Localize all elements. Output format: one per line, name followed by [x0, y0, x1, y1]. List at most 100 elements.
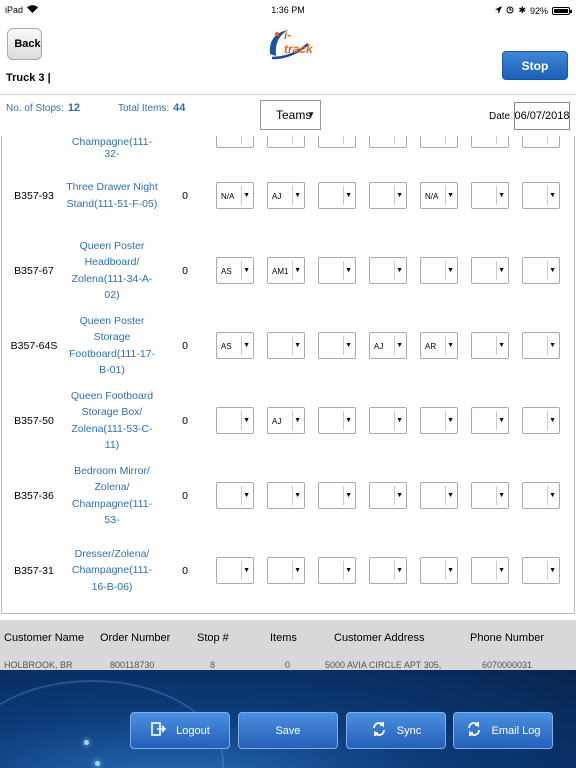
team-dropdown-value: AJ — [272, 192, 282, 201]
divider — [292, 486, 293, 505]
team-dropdown[interactable] — [522, 136, 560, 148]
team-dropdown[interactable]: ▼ — [267, 482, 305, 509]
team-dropdown[interactable]: AS ▼ — [216, 332, 254, 359]
team-dropdown[interactable]: ▼ — [471, 182, 509, 209]
team-dropdown[interactable]: ▼ — [522, 557, 560, 584]
order-customer-name: HOLBROOK, BR — [4, 660, 73, 670]
team-dropdown[interactable]: AR ▼ — [420, 332, 458, 359]
table-row: B357-67 Queen Poster Headboard/ Zolena(11… — [2, 233, 574, 308]
team-dropdown[interactable]: ▼ — [471, 332, 509, 359]
team-dropdown[interactable]: ▼ — [318, 257, 356, 284]
team-dropdown[interactable]: ▼ — [369, 482, 407, 509]
teams-dropdown[interactable]: Teams ▼ — [260, 100, 321, 130]
team-dropdown[interactable]: AJ ▼ — [267, 407, 305, 434]
team-dropdown-value: N/A — [221, 192, 235, 201]
item-name-link[interactable]: Queen Poster Storage Footboard(111-17-B-… — [66, 308, 158, 383]
team-dropdown[interactable]: AJ ▼ — [267, 182, 305, 209]
itrack-logo: i-track — [266, 24, 313, 62]
items-table[interactable]: Champagne(111-32- B357-93 Three Drawer Ni… — [1, 136, 575, 614]
team-dropdown[interactable]: ▼ — [369, 407, 407, 434]
team-dropdown[interactable]: ▼ — [420, 257, 458, 284]
team-dropdown[interactable]: ▼ — [369, 257, 407, 284]
date-label: Date : — [489, 111, 516, 122]
dropdown-arrow-icon: ▼ — [447, 492, 454, 499]
email-log-label: Email Log — [491, 724, 541, 737]
dropdown-arrow-icon: ▼ — [294, 417, 301, 424]
team-dropdown[interactable]: ▼ — [471, 557, 509, 584]
dropdown-arrow-icon: ▼ — [549, 417, 556, 424]
item-name-link[interactable]: Three Drawer Night Stand(111-51-F-05) — [66, 158, 158, 233]
item-name-link[interactable]: Queen Footboard Storage Box/ Zolena(111-… — [66, 383, 158, 458]
team-dropdown[interactable]: ▼ — [267, 332, 305, 359]
date-field[interactable]: 06/07/2018 — [514, 102, 570, 130]
sync-button[interactable]: Sync — [346, 712, 446, 749]
dropdown-arrow-icon: ▼ — [243, 567, 250, 574]
column-customer-name: Customer Name — [4, 632, 85, 644]
team-dropdown[interactable]: ▼ — [420, 482, 458, 509]
team-dropdown[interactable]: N/A ▼ — [216, 182, 254, 209]
battery-percent: 92% — [529, 5, 548, 16]
stop-button-label: Stop — [521, 58, 549, 73]
team-dropdown[interactable]: ▼ — [522, 257, 560, 284]
team-dropdown[interactable] — [267, 136, 305, 148]
logout-button[interactable]: Logout — [130, 712, 230, 749]
team-dropdown[interactable]: ▼ — [267, 557, 305, 584]
team-dropdown[interactable]: ▼ — [318, 332, 356, 359]
dropdown-arrow-icon: ▼ — [549, 192, 556, 199]
divider — [547, 336, 548, 355]
team-dropdown[interactable]: ▼ — [369, 182, 407, 209]
divider — [445, 561, 446, 580]
item-name-link[interactable]: Queen Poster Headboard/ Zolena(111-34-A-… — [66, 233, 158, 308]
team-dropdown[interactable]: ▼ — [471, 407, 509, 434]
divider — [547, 486, 548, 505]
team-dropdown[interactable]: AJ ▼ — [369, 332, 407, 359]
team-dropdown[interactable]: ▼ — [471, 482, 509, 509]
team-dropdown[interactable]: ▼ — [216, 557, 254, 584]
item-qty: 0 — [182, 339, 188, 352]
team-dropdown[interactable] — [216, 136, 254, 148]
team-dropdown[interactable]: ▼ — [522, 332, 560, 359]
orders-table-header: Customer Name Order Number Stop # Items … — [0, 620, 576, 670]
item-code: B357-36 — [14, 489, 54, 502]
divider — [292, 261, 293, 280]
team-dropdown[interactable]: AM1 ▼ — [267, 257, 305, 284]
dropdown-arrow-icon: ▼ — [345, 567, 352, 574]
team-dropdown[interactable]: ▼ — [522, 182, 560, 209]
email-log-button[interactable]: Email Log — [453, 712, 553, 749]
team-dropdown[interactable]: ▼ — [318, 182, 356, 209]
team-dropdown[interactable]: ▼ — [318, 557, 356, 584]
team-dropdown[interactable]: ▼ — [522, 482, 560, 509]
team-dropdown[interactable]: ▼ — [369, 557, 407, 584]
team-dropdown[interactable] — [318, 136, 356, 148]
divider — [547, 261, 548, 280]
save-button[interactable]: Save — [238, 712, 338, 749]
dropdown-arrow-icon: ▼ — [345, 342, 352, 349]
team-dropdown[interactable]: ▼ — [318, 407, 356, 434]
divider — [496, 186, 497, 205]
team-dropdown[interactable]: AS ▼ — [216, 257, 254, 284]
team-dropdown[interactable] — [369, 136, 407, 148]
team-dropdown[interactable]: ▼ — [522, 407, 560, 434]
team-dropdown[interactable]: N/A ▼ — [420, 182, 458, 209]
stop-button[interactable]: Stop — [502, 51, 568, 80]
team-dropdown-value: AM1 — [272, 267, 289, 276]
dropdown-arrow-icon: ▼ — [396, 267, 403, 274]
team-dropdown[interactable]: ▼ — [471, 257, 509, 284]
item-name-link[interactable]: Dresser/Zolena/ Champagne(111-16-B-06) — [66, 533, 158, 608]
divider — [496, 411, 497, 430]
divider — [496, 561, 497, 580]
team-dropdown[interactable]: ▼ — [216, 407, 254, 434]
divider — [445, 336, 446, 355]
team-dropdown[interactable]: ▼ — [318, 482, 356, 509]
team-dropdown[interactable]: ▼ — [420, 557, 458, 584]
team-dropdown[interactable]: ▼ — [216, 482, 254, 509]
item-name-link[interactable]: Bedroom Mirror/ Zolena/ Champagne(111-53… — [66, 458, 158, 533]
team-dropdown[interactable] — [471, 136, 509, 148]
back-button[interactable]: Back — [7, 28, 42, 60]
dropdown-arrow-icon: ▼ — [396, 417, 403, 424]
team-dropdown[interactable]: ▼ — [420, 407, 458, 434]
dropdown-arrow-icon: ▼ — [498, 267, 505, 274]
team-dropdown[interactable] — [420, 136, 458, 148]
divider — [343, 186, 344, 205]
divider — [241, 261, 242, 280]
